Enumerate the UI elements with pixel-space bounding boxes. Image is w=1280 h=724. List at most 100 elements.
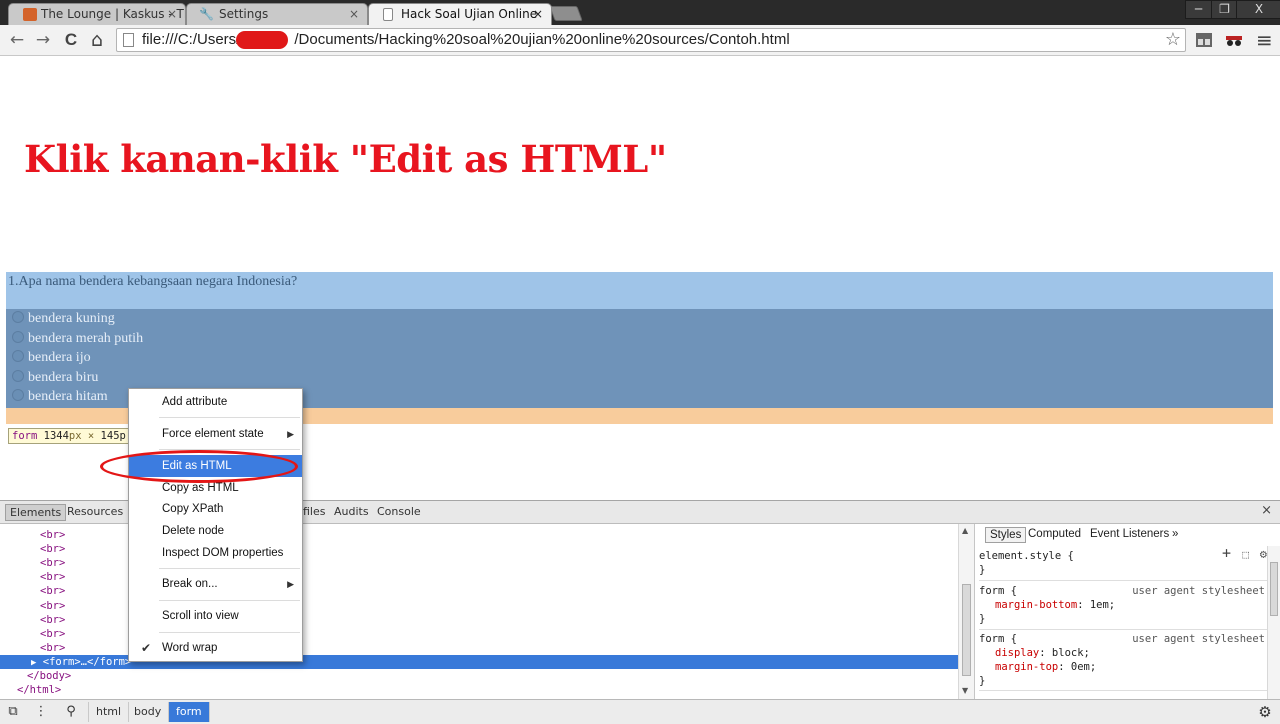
style-rule-form-1[interactable]: form { user agent stylesheet margin-bott… bbox=[979, 584, 1265, 626]
tab-close-icon[interactable]: × bbox=[349, 4, 359, 24]
devtools-statusbar: ⧉ ⋮ ⚲ html body form ⚙ bbox=[0, 699, 1280, 724]
dom-tag: </html> bbox=[17, 684, 62, 696]
menu-item-force-state[interactable]: Force element state ▶ bbox=[129, 423, 302, 445]
address-bar[interactable]: file:///C:/Users/ /Documents/Hacking%20so… bbox=[116, 28, 1186, 52]
tab-profiles[interactable]: files bbox=[299, 504, 329, 521]
search-icon[interactable]: ⚲ bbox=[62, 703, 80, 721]
back-button[interactable]: ← bbox=[6, 29, 28, 51]
menu-label: Copy as HTML bbox=[162, 482, 239, 494]
rule-divider bbox=[979, 580, 1267, 581]
minimize-button[interactable]: ─ bbox=[1185, 0, 1212, 19]
menu-label: Force element state bbox=[162, 428, 264, 440]
option-ijo[interactable]: bendera ijo bbox=[12, 350, 91, 370]
home-button[interactable]: ⌂ bbox=[86, 29, 108, 51]
url-suffix: /Documents/Hacking%20soal%20ujian%20onli… bbox=[294, 31, 790, 48]
scrollbar-thumb[interactable] bbox=[1270, 562, 1278, 616]
more-tabs-icon[interactable]: » bbox=[1168, 527, 1182, 541]
option-label: bendera ijo bbox=[28, 350, 91, 365]
window-close-button[interactable]: X bbox=[1236, 0, 1280, 19]
tab-computed[interactable]: Computed bbox=[1024, 527, 1085, 541]
tooltip-width: 1344 bbox=[43, 430, 69, 442]
add-rule-icon[interactable]: + bbox=[1222, 546, 1231, 561]
option-biru[interactable]: bendera biru bbox=[12, 370, 98, 390]
tab-close-icon[interactable]: × bbox=[167, 4, 177, 24]
dom-tag: </body> bbox=[27, 670, 72, 682]
menu-item-copy-xpath[interactable]: Copy XPath bbox=[129, 498, 302, 520]
tab-close-icon[interactable]: × bbox=[533, 4, 543, 24]
dom-node[interactable]: </body> bbox=[0, 669, 958, 683]
radio-icon[interactable] bbox=[12, 331, 24, 343]
window-titlebar: The Lounge | Kaskus - The × 🔧 Settings ×… bbox=[0, 0, 1280, 25]
radio-icon[interactable] bbox=[12, 389, 24, 401]
tab-console[interactable]: Console bbox=[373, 504, 425, 521]
tab-settings[interactable]: 🔧 Settings × bbox=[186, 3, 368, 25]
forward-button[interactable]: → bbox=[32, 29, 54, 51]
extension-icon[interactable] bbox=[1194, 30, 1214, 50]
restore-button[interactable]: ❐ bbox=[1211, 0, 1238, 19]
rule-divider bbox=[979, 690, 1267, 691]
gear-icon[interactable]: ⚙ bbox=[1260, 547, 1267, 561]
menu-item-add-attribute[interactable]: Add attribute bbox=[129, 391, 302, 413]
option-label: bendera merah putih bbox=[28, 331, 144, 346]
redaction-scribble bbox=[236, 31, 288, 49]
context-menu: Add attribute Force element state ▶ Edit … bbox=[128, 388, 303, 662]
tab-styles[interactable]: Styles bbox=[985, 527, 1027, 543]
breadcrumb-html[interactable]: html bbox=[88, 702, 130, 722]
option-label: bendera biru bbox=[28, 370, 99, 385]
style-rule-form-2[interactable]: form { user agent stylesheet display: bl… bbox=[979, 632, 1265, 688]
breadcrumb-form[interactable]: form bbox=[169, 702, 210, 722]
expand-triangle-icon[interactable]: ▶ bbox=[31, 658, 36, 668]
radio-icon[interactable] bbox=[12, 370, 24, 382]
new-tab-button[interactable] bbox=[549, 6, 583, 21]
chrome-menu-icon[interactable]: ≡ bbox=[1256, 30, 1276, 50]
option-kuning[interactable]: bendera kuning bbox=[12, 311, 115, 331]
menu-item-word-wrap[interactable]: ✔ Word wrap bbox=[129, 637, 302, 659]
option-merah-putih[interactable]: bendera merah putih bbox=[12, 331, 143, 351]
property-name: display bbox=[995, 647, 1040, 659]
dom-tag: <br> bbox=[40, 600, 66, 612]
rule-close: } bbox=[979, 564, 986, 576]
console-drawer-icon[interactable]: ⋮ bbox=[32, 703, 50, 721]
tab-hack-soal[interactable]: Hack Soal Ujian Online × bbox=[368, 3, 552, 25]
checkmark-icon: ✔ bbox=[141, 641, 152, 655]
tab-kaskus[interactable]: The Lounge | Kaskus - The × bbox=[8, 3, 186, 25]
incognito-icon[interactable] bbox=[1224, 30, 1244, 50]
element-state-icon[interactable]: ⬚ bbox=[1242, 548, 1249, 562]
scrollbar-thumb[interactable] bbox=[962, 584, 971, 676]
option-hitam[interactable]: bendera hitam bbox=[12, 389, 108, 409]
radio-icon[interactable] bbox=[12, 350, 24, 362]
rule-property[interactable]: margin-bottom: 1em; bbox=[979, 598, 1265, 612]
styles-scrollbar[interactable] bbox=[1267, 546, 1280, 699]
option-label: bendera hitam bbox=[28, 389, 108, 404]
bookmark-star-icon[interactable]: ☆ bbox=[1165, 29, 1181, 51]
settings-gear-icon[interactable]: ⚙ bbox=[1256, 703, 1274, 721]
tab-resources[interactable]: Resources bbox=[63, 504, 127, 521]
devtools-close-icon[interactable]: × bbox=[1261, 503, 1272, 518]
kaskus-favicon-icon bbox=[23, 8, 37, 21]
dom-tag: <br> bbox=[40, 529, 66, 541]
tab-event-listeners[interactable]: Event Listeners bbox=[1086, 527, 1173, 541]
dock-icon[interactable]: ⧉ bbox=[4, 703, 22, 721]
scroll-up-icon[interactable]: ▲ bbox=[962, 526, 968, 535]
menu-item-delete-node[interactable]: Delete node bbox=[129, 520, 302, 542]
menu-item-break-on[interactable]: Break on... ▶ bbox=[129, 573, 302, 595]
tab-audits[interactable]: Audits bbox=[330, 504, 373, 521]
rule-property[interactable]: margin-top: 0em; bbox=[979, 660, 1265, 674]
tab-elements[interactable]: Elements bbox=[5, 504, 67, 521]
dom-node[interactable]: </html> bbox=[0, 683, 958, 697]
reload-button[interactable]: C bbox=[60, 29, 82, 51]
breadcrumb-body[interactable]: body bbox=[127, 702, 170, 722]
menu-item-scroll-into-view[interactable]: Scroll into view bbox=[129, 605, 302, 627]
rule-source[interactable]: user agent stylesheet bbox=[1132, 584, 1265, 598]
dom-tree-scrollbar[interactable]: ▲ ▼ bbox=[958, 524, 974, 699]
rule-property[interactable]: display: block; bbox=[979, 646, 1265, 660]
menu-label: Add attribute bbox=[162, 396, 228, 408]
style-rule-element[interactable]: element.style { } + ⬚ ⚙ bbox=[979, 546, 1267, 577]
menu-label: Scroll into view bbox=[162, 610, 239, 622]
menu-item-inspect-dom[interactable]: Inspect DOM properties bbox=[129, 542, 302, 564]
radio-icon[interactable] bbox=[12, 311, 24, 323]
tab-title: The Lounge | Kaskus - The bbox=[41, 7, 186, 21]
scroll-down-icon[interactable]: ▼ bbox=[962, 686, 968, 695]
rule-source[interactable]: user agent stylesheet bbox=[1132, 632, 1265, 646]
menu-label: Delete node bbox=[162, 525, 225, 537]
